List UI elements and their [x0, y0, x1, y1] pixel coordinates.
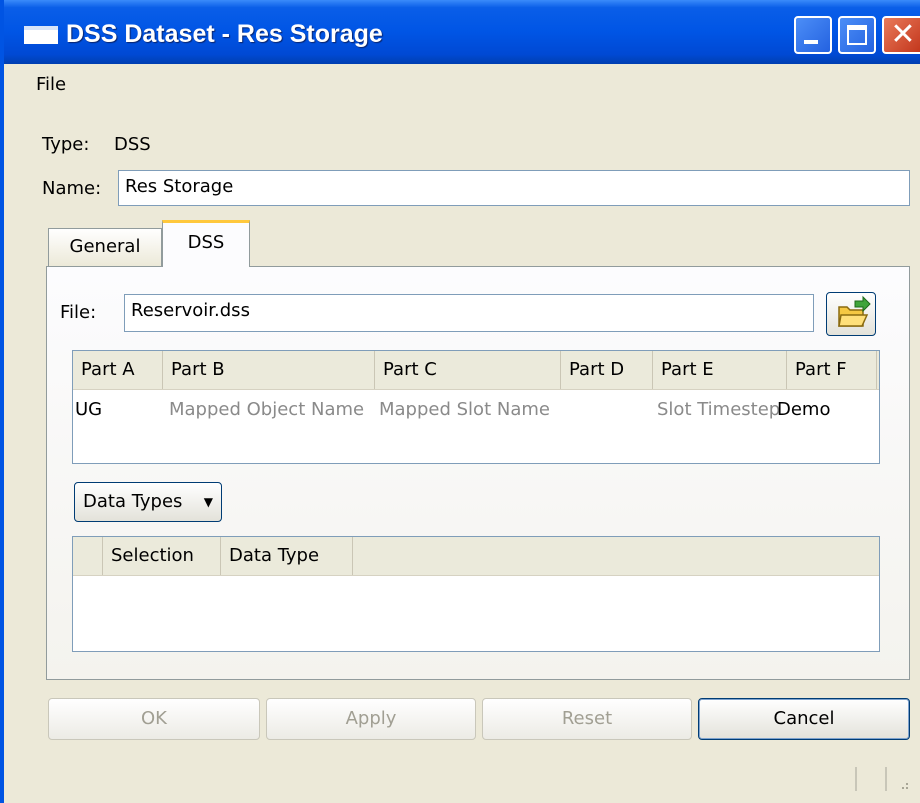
col-header-part-b[interactable]: Part B: [163, 351, 375, 389]
reset-button[interactable]: Reset: [482, 698, 692, 740]
cell-part-e[interactable]: Slot Timestep: [657, 399, 780, 420]
close-icon: ✕: [890, 17, 916, 52]
cell-part-c[interactable]: Mapped Slot Name: [379, 399, 550, 420]
col-header-part-f[interactable]: Part F: [787, 351, 877, 389]
menu-bar: File: [4, 66, 920, 104]
close-button[interactable]: ✕: [882, 16, 920, 54]
minimize-button[interactable]: [794, 16, 832, 54]
tab-dss[interactable]: DSS: [162, 220, 250, 267]
file-label: File:: [60, 302, 97, 323]
col-header-part-a[interactable]: Part A: [73, 351, 163, 389]
type-value: DSS: [114, 134, 151, 155]
dss-parts-table: Part A Part B Part C Part D Part E Part …: [72, 350, 880, 464]
file-path-input[interactable]: Reservoir.dss: [124, 294, 814, 332]
col-header-part-c[interactable]: Part C: [375, 351, 561, 389]
chevron-down-icon: ▼: [203, 495, 213, 509]
types-table-header: Selection Data Type: [73, 537, 879, 576]
col-header-data-type[interactable]: Data Type: [221, 537, 353, 575]
window-icon: [24, 26, 58, 44]
ok-button[interactable]: OK: [48, 698, 260, 740]
dialog-window: DSS Dataset - Res Storage ✕ File Type: D…: [0, 0, 920, 803]
col-header-part-d[interactable]: Part D: [561, 351, 653, 389]
col-header-part-e[interactable]: Part E: [653, 351, 787, 389]
data-types-label: Data Types: [83, 491, 183, 512]
data-types-dropdown[interactable]: Data Types ▼: [74, 482, 222, 522]
name-label: Name:: [42, 178, 102, 199]
col-header-blank[interactable]: [73, 537, 103, 575]
col-header-selection[interactable]: Selection: [103, 537, 221, 575]
tab-general[interactable]: General: [48, 228, 162, 266]
cell-part-f[interactable]: Demo: [777, 399, 830, 420]
cell-part-a[interactable]: UG: [75, 399, 102, 420]
parts-table-header: Part A Part B Part C Part D Part E Part …: [73, 351, 879, 390]
cancel-button[interactable]: Cancel: [698, 698, 910, 740]
title-bar[interactable]: DSS Dataset - Res Storage ✕: [4, 0, 920, 64]
maximize-button[interactable]: [838, 16, 876, 54]
open-folder-icon: [838, 295, 871, 327]
name-input[interactable]: Res Storage: [118, 170, 910, 206]
data-types-table: Selection Data Type: [72, 536, 880, 652]
type-label: Type:: [42, 134, 90, 155]
cell-part-b[interactable]: Mapped Object Name: [169, 399, 364, 420]
window-title: DSS Dataset - Res Storage: [66, 20, 383, 48]
browse-file-button[interactable]: [826, 292, 876, 336]
apply-button[interactable]: Apply: [266, 698, 476, 740]
menu-file[interactable]: File: [36, 74, 66, 95]
resize-grip-icon[interactable]: [852, 763, 912, 793]
